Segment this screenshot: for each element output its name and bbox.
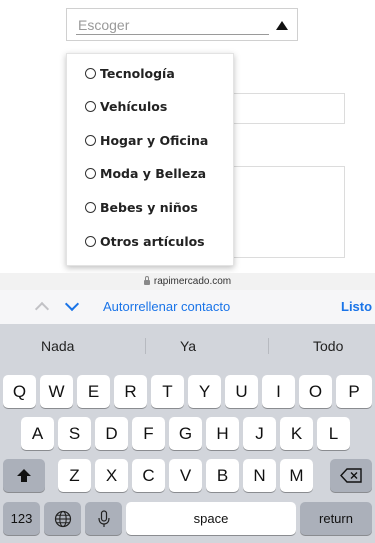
- suggestion-2[interactable]: Ya: [180, 338, 196, 354]
- select-placeholder: Escoger: [78, 17, 130, 33]
- key-f[interactable]: F: [132, 417, 165, 450]
- shift-key[interactable]: [3, 459, 45, 492]
- key-z[interactable]: Z: [58, 459, 91, 492]
- dictation-key[interactable]: [85, 502, 122, 535]
- key-v[interactable]: V: [169, 459, 202, 492]
- key-m[interactable]: M: [280, 459, 313, 492]
- option-label: Vehículos: [100, 98, 168, 114]
- key-e[interactable]: E: [77, 375, 110, 408]
- key-n[interactable]: N: [243, 459, 276, 492]
- lock-icon: [143, 276, 150, 285]
- microphone-icon: [97, 509, 110, 527]
- previous-field-icon[interactable]: [34, 301, 50, 317]
- autofill-contact-button[interactable]: Autorrellenar contacto: [103, 299, 230, 314]
- key-y[interactable]: Y: [188, 375, 221, 408]
- radio-icon[interactable]: [85, 67, 96, 79]
- background-textarea[interactable]: [218, 166, 345, 258]
- key-j[interactable]: J: [243, 417, 276, 450]
- url-domain: rapimercado.com: [153, 276, 232, 287]
- key-l[interactable]: L: [317, 417, 350, 450]
- option-vehiculos[interactable]: Vehículos: [85, 94, 167, 118]
- key-g[interactable]: G: [169, 417, 202, 450]
- option-hogar-oficina[interactable]: Hogar y Oficina: [85, 128, 208, 152]
- predictive-bar: Nada Ya Todo: [0, 324, 375, 368]
- background-input-field[interactable]: o: [218, 93, 345, 124]
- radio-icon[interactable]: [85, 201, 96, 213]
- key-s[interactable]: S: [58, 417, 91, 450]
- next-field-icon[interactable]: [64, 296, 80, 312]
- option-label: Otros artículos: [100, 233, 205, 249]
- key-o[interactable]: O: [299, 375, 332, 408]
- option-otros-articulos[interactable]: Otros artículos: [85, 229, 205, 253]
- radio-icon[interactable]: [85, 167, 96, 179]
- backspace-icon: [340, 468, 362, 483]
- radio-icon[interactable]: [85, 100, 96, 112]
- key-p[interactable]: P: [336, 375, 372, 408]
- key-i[interactable]: I: [262, 375, 295, 408]
- key-w[interactable]: W: [40, 375, 73, 408]
- key-r[interactable]: R: [114, 375, 147, 408]
- done-button[interactable]: Listo: [341, 299, 372, 314]
- key-u[interactable]: U: [225, 375, 258, 408]
- suggestion-divider: [145, 338, 146, 354]
- keyboard-accessory-bar: Autorrellenar contacto Listo: [0, 290, 375, 325]
- radio-icon[interactable]: [85, 134, 96, 146]
- return-key[interactable]: return: [300, 502, 372, 535]
- key-x[interactable]: X: [95, 459, 128, 492]
- key-k[interactable]: K: [280, 417, 313, 450]
- key-c[interactable]: C: [132, 459, 165, 492]
- key-d[interactable]: D: [95, 417, 128, 450]
- option-bebes-ninos[interactable]: Bebes y niños: [85, 195, 198, 219]
- key-a[interactable]: A: [21, 417, 54, 450]
- backspace-key[interactable]: [330, 459, 372, 492]
- option-label: Moda y Belleza: [100, 165, 207, 181]
- key-b[interactable]: B: [206, 459, 239, 492]
- option-tecnologia[interactable]: Tecnología: [85, 61, 175, 85]
- suggestion-divider: [268, 338, 269, 354]
- radio-icon[interactable]: [85, 235, 96, 247]
- select-underline: [76, 34, 269, 35]
- option-moda-belleza[interactable]: Moda y Belleza: [85, 161, 206, 185]
- suggestion-3[interactable]: Todo: [313, 338, 343, 354]
- suggestion-1[interactable]: Nada: [41, 338, 74, 354]
- caret-up-icon[interactable]: [276, 21, 288, 30]
- globe-icon: [54, 510, 71, 527]
- key-t[interactable]: T: [151, 375, 184, 408]
- numbers-key[interactable]: 123: [3, 502, 40, 535]
- option-label: Bebes y niños: [100, 199, 198, 215]
- key-q[interactable]: Q: [3, 375, 36, 408]
- url-bar[interactable]: rapimercado.com: [0, 273, 375, 290]
- shift-icon: [17, 469, 31, 482]
- space-key[interactable]: space: [126, 502, 296, 535]
- option-label: Hogar y Oficina: [100, 132, 209, 148]
- option-label: Tecnología: [100, 65, 175, 81]
- web-page: o Escoger Tecnología Vehículos Hogar y O…: [0, 0, 375, 278]
- ios-keyboard: Nada Ya Todo Q W E R T Y U I O P A S D F…: [0, 324, 375, 543]
- category-dropdown: Tecnología Vehículos Hogar y Oficina Mod…: [66, 53, 234, 266]
- key-h[interactable]: H: [206, 417, 239, 450]
- globe-key[interactable]: [44, 502, 81, 535]
- category-select[interactable]: Escoger: [66, 8, 298, 41]
